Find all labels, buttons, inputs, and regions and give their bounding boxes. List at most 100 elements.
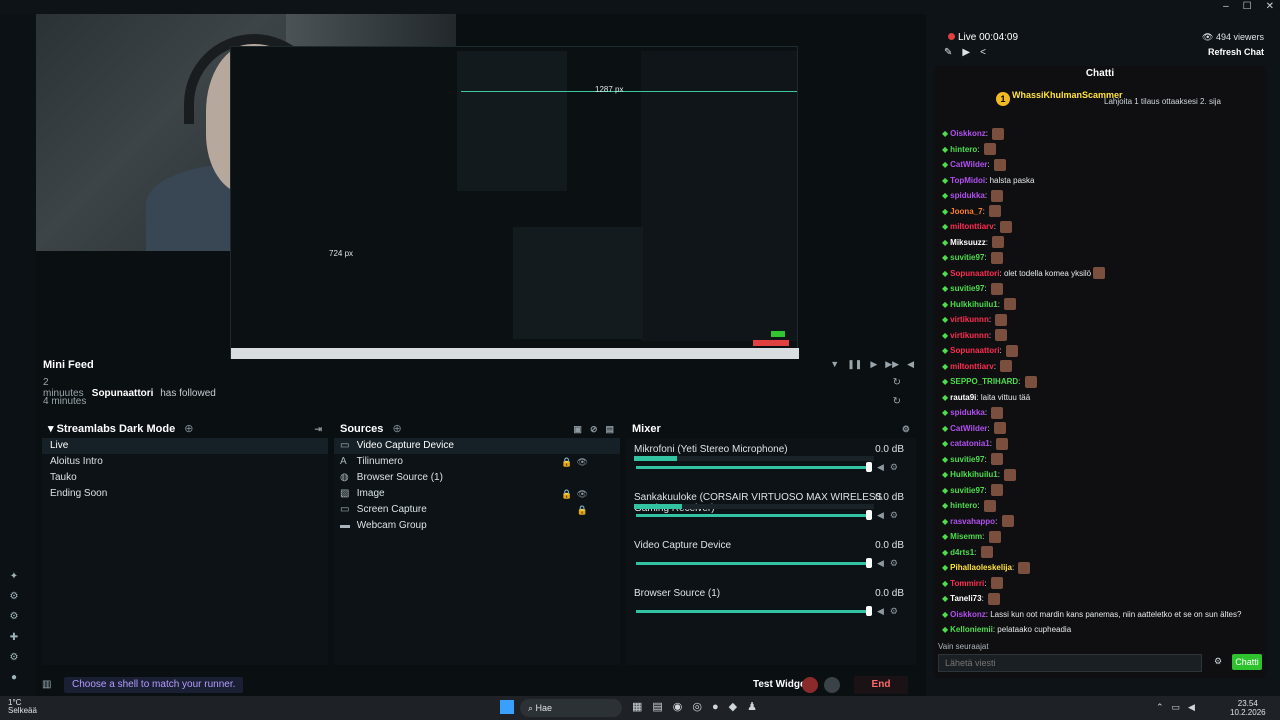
profile-icon[interactable]: ● [8, 672, 20, 684]
chat-username[interactable]: Hulkkihuilu1 [950, 300, 998, 309]
mute-settings-icons[interactable]: ◀⚙ [877, 462, 904, 473]
source-item[interactable]: ▬ Webcam Group [334, 518, 620, 534]
scene-item[interactable]: Ending Soon [42, 486, 328, 502]
stream-preview[interactable]: 1287 px 724 px [36, 14, 920, 359]
volume-knob[interactable] [866, 462, 872, 472]
chat-username[interactable]: SEPPO_TRIHARD [950, 377, 1018, 386]
repeat-icon[interactable]: ↻ [893, 377, 901, 388]
taskbar-apps[interactable]: ▦▤◉◎●◆♟ [632, 700, 767, 713]
lock-visibility-icons[interactable]: 🔒👁 [561, 454, 592, 470]
scene-item[interactable]: Live [42, 438, 328, 454]
weather-widget[interactable]: 1°C Selkeää [8, 699, 37, 715]
scene-transition-icon[interactable]: ⇥ [314, 420, 322, 438]
settings-icon[interactable]: ⚙ [8, 652, 20, 664]
collapse-icon[interactable]: ▾ [48, 423, 54, 435]
chat-username[interactable]: Sopunaattori [950, 269, 999, 278]
repeat-icon[interactable]: ↻ [893, 396, 901, 407]
chat-username[interactable]: Oiskkonz [950, 129, 986, 138]
chat-username[interactable]: d4rts1 [950, 548, 974, 557]
highlighter-icon[interactable]: ✚ [8, 632, 20, 644]
chat-username[interactable]: hintero [950, 145, 977, 154]
chat-username[interactable]: suvitie97 [950, 253, 984, 262]
mute-settings-icons[interactable]: ◀⚙ [877, 510, 904, 521]
scene-item[interactable]: Aloitus Intro [42, 454, 328, 470]
taskbar-search[interactable]: ⌕ Hae [520, 699, 622, 717]
lock-visibility-icons[interactable]: 🔒👁 [561, 486, 592, 502]
source-item[interactable]: ▭ Screen Capture 🔒 [334, 502, 620, 518]
chat-username[interactable]: Pihallaoleskelija [950, 563, 1012, 572]
pause-icon[interactable]: ❚❚ [847, 359, 862, 370]
skip-all-icon[interactable]: ▶▶ [885, 359, 899, 370]
chat-username[interactable]: miltonttiarv [950, 222, 994, 231]
mute-settings-icons[interactable]: ◀⚙ [877, 606, 904, 617]
chat-username[interactable]: TopMidoi [950, 176, 985, 185]
chat-settings-icon[interactable]: ⚙ [1214, 656, 1222, 667]
chat-input[interactable] [938, 654, 1202, 672]
chat-username[interactable]: virtikunnn [950, 315, 989, 324]
chat-username[interactable]: Miksuuzz [950, 238, 986, 247]
record-button[interactable] [802, 677, 818, 693]
close-button[interactable]: ✕ [1266, 1, 1274, 12]
maximize-button[interactable]: ☐ [1243, 1, 1252, 12]
properties-icon[interactable]: ▤ [605, 420, 614, 438]
add-scene-icon[interactable]: ⊕ [184, 423, 193, 435]
add-source-icon[interactable]: ⊕ [392, 423, 401, 435]
send-chat-button[interactable]: Chatti [1232, 654, 1262, 670]
chat-username[interactable]: hintero [950, 501, 977, 510]
chat-username[interactable]: virtikunnn [950, 331, 989, 340]
chat-username[interactable]: Oiskkonz [950, 610, 986, 619]
source-item[interactable]: A Tilinumero 🔒👁 [334, 454, 620, 470]
chat-username[interactable]: rasvahappo [950, 517, 995, 526]
mute-icon[interactable]: ◀ [907, 359, 914, 370]
tip-banner[interactable]: Choose a shell to match your runner. [64, 677, 244, 693]
chat-username[interactable]: Tommirri [950, 579, 984, 588]
minimize-button[interactable]: – [1223, 1, 1229, 12]
chat-username[interactable]: Sopunaattori [950, 346, 999, 355]
skip-icon[interactable]: ▶ [870, 359, 877, 370]
refresh-chat-button[interactable]: Refresh Chat [1208, 47, 1264, 57]
volume-slider[interactable] [636, 514, 872, 517]
scene-item[interactable]: Tauko [42, 470, 328, 486]
volume-knob[interactable] [866, 606, 872, 616]
remove-icon[interactable]: ⊘ [590, 420, 598, 438]
chat-username[interactable]: spidukka [950, 191, 985, 200]
volume-knob[interactable] [866, 510, 872, 520]
windows-start-icon[interactable] [500, 700, 514, 714]
system-tray[interactable]: ⌃▭◀ [1156, 702, 1203, 713]
chat-username[interactable]: spidukka [950, 408, 985, 417]
volume-slider[interactable] [636, 562, 872, 565]
chat-username[interactable]: suvitie97 [950, 486, 984, 495]
tools-icon[interactable]: ⚙ [8, 611, 20, 623]
apps-icon[interactable]: ⚙ [8, 591, 20, 603]
chat-username[interactable]: CatWilder [950, 160, 987, 169]
source-item[interactable]: ▭ Video Capture Device [334, 438, 620, 454]
chat-username[interactable]: suvitie97 [950, 455, 984, 464]
mute-settings-icons[interactable]: ◀⚙ [877, 558, 904, 569]
source-item[interactable]: ▧ Image 🔒👁 [334, 486, 620, 502]
source-item[interactable]: ◍ Browser Source (1) [334, 470, 620, 486]
volume-slider[interactable] [636, 466, 872, 469]
chat-username[interactable]: CatWilder [950, 424, 987, 433]
themes-icon[interactable]: ✦ [8, 571, 20, 583]
chat-username[interactable]: catatonia1 [950, 439, 990, 448]
end-stream-button[interactable]: End Stream [854, 676, 908, 708]
chat-username[interactable]: Taneli73 [950, 594, 981, 603]
chat-username[interactable]: Kelloniemii [950, 625, 993, 634]
chat-tools[interactable]: ✎▶< [944, 47, 996, 58]
lock-icon[interactable]: 🔒 [577, 502, 592, 518]
chat-username[interactable]: rauta9i [950, 393, 976, 402]
chat-username[interactable]: miltonttiarv [950, 362, 994, 371]
scene-collection-name[interactable]: Streamlabs Dark Mode [57, 423, 176, 435]
folder-add-icon[interactable]: ▣ [573, 420, 582, 438]
filter-icon[interactable]: ▼ [830, 359, 839, 370]
chat-username[interactable]: Misemm [950, 532, 982, 541]
taskbar-clock[interactable]: 23.54 10.2.2026 [1230, 699, 1266, 717]
performance-icon[interactable]: ▥ [42, 679, 51, 690]
pinned-gift-banner[interactable]: 1 WhassiKhulmanScammer Lahjoita 1 tilaus… [934, 88, 1266, 118]
replay-buffer-button[interactable] [824, 677, 840, 693]
chat-username[interactable]: Hulkkihuilu1 [950, 470, 998, 479]
chat-username[interactable]: Joona_7 [950, 207, 982, 216]
chat-username[interactable]: suvitie97 [950, 284, 984, 293]
volume-slider[interactable] [636, 610, 872, 613]
mixer-settings-icon[interactable]: ⚙ [902, 420, 910, 438]
